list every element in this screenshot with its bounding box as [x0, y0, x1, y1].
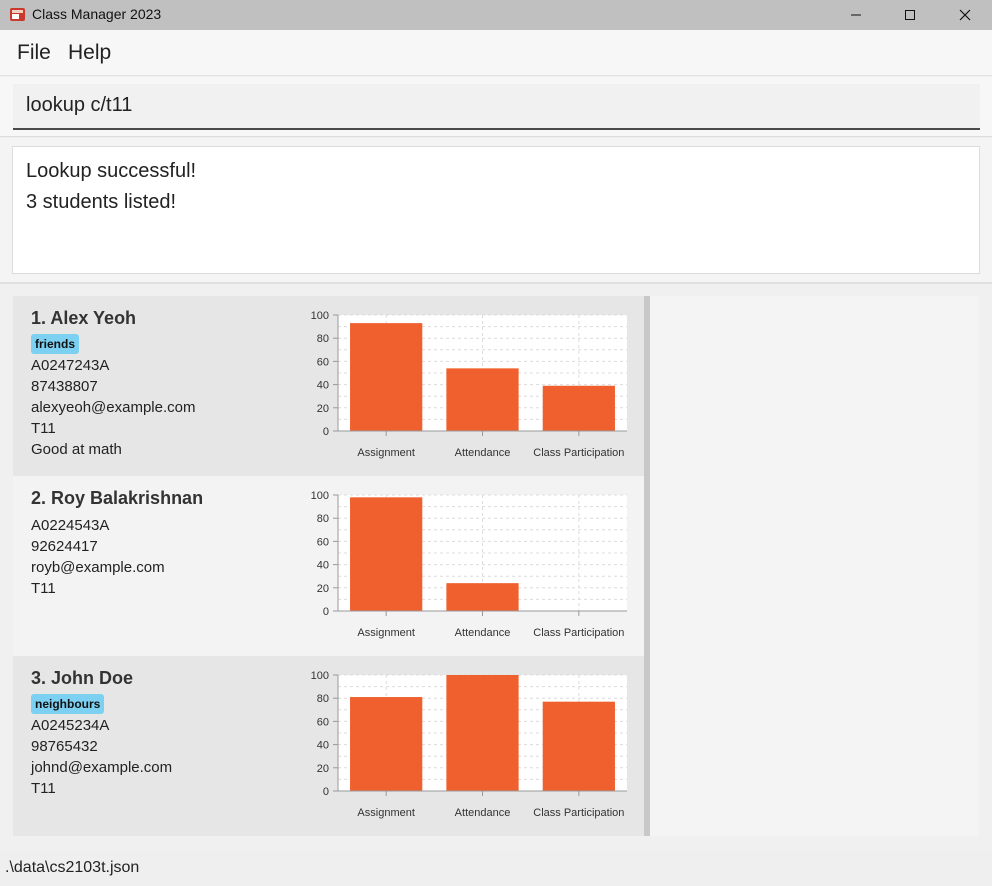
- y-tick-label: 100: [311, 490, 329, 502]
- student-tag: neighbours: [31, 694, 105, 714]
- save-file-path: .\data\cs2103t.json: [5, 859, 140, 876]
- menu-bar: File Help: [0, 30, 992, 76]
- chart-bar: [446, 675, 519, 791]
- result-display[interactable]: Lookup successful! 3 students listed!: [12, 146, 980, 274]
- app-logo-icon: [10, 8, 25, 21]
- student-phone: 87438807: [31, 378, 98, 395]
- result-area: Lookup successful! 3 students listed!: [0, 138, 992, 284]
- chart-bar: [542, 701, 615, 791]
- chart-bar: [350, 323, 423, 431]
- command-area: lookup c/t11: [0, 77, 992, 137]
- student-list-panel: 1. Alex Yeoh friends A0247243A 87438807 …: [13, 296, 979, 836]
- student-name: 1. Alex Yeoh: [31, 308, 137, 328]
- x-tick-label: Assignment: [357, 807, 414, 819]
- command-input[interactable]: lookup c/t11: [13, 84, 980, 130]
- y-tick-label: 0: [323, 606, 329, 618]
- y-tick-label: 60: [317, 356, 329, 368]
- student-class: T11: [31, 420, 56, 437]
- student-phone: 98765432: [31, 738, 98, 755]
- student-grades-chart: Assignment Attendance Class Participation 0…: [311, 310, 627, 459]
- menu-file[interactable]: File: [17, 41, 51, 65]
- student-class: T11: [31, 580, 56, 597]
- y-tick-label: 80: [317, 513, 329, 525]
- student-id: A0247243A: [31, 357, 110, 374]
- student-card[interactable]: 1. Alex Yeoh friends A0247243A 87438807 …: [13, 296, 644, 476]
- student-tag: friends: [31, 334, 80, 354]
- title-bar: Class Manager 2023: [0, 0, 992, 30]
- close-icon[interactable]: [942, 0, 988, 30]
- y-tick-label: 0: [323, 426, 329, 438]
- x-tick-label: Class Participation: [533, 447, 624, 459]
- y-tick-label: 80: [317, 693, 329, 705]
- y-tick-label: 20: [317, 403, 329, 415]
- menu-help[interactable]: Help: [68, 41, 111, 65]
- x-tick-label: Class Participation: [533, 627, 624, 639]
- x-tick-label: Class Participation: [533, 807, 624, 819]
- maximize-icon[interactable]: [887, 0, 933, 30]
- y-tick-label: 100: [311, 310, 329, 322]
- chart-bar: [350, 497, 423, 611]
- student-grades-chart: Assignment Attendance Class Participation 0…: [311, 490, 627, 639]
- x-tick-label: Assignment: [357, 627, 414, 639]
- student-id: A0224543A: [31, 517, 110, 534]
- student-comment: Good at math: [31, 441, 122, 458]
- y-tick-label: 40: [317, 560, 329, 572]
- minimize-icon[interactable]: [833, 0, 879, 30]
- student-grades-chart: Assignment Attendance Class Participation 0…: [311, 670, 627, 819]
- x-tick-label: Attendance: [455, 807, 511, 819]
- y-tick-label: 100: [311, 670, 329, 682]
- y-tick-label: 0: [323, 786, 329, 798]
- result-line: 3 students listed!: [26, 191, 177, 213]
- chart-bar: [446, 583, 519, 611]
- x-tick-label: Assignment: [357, 447, 414, 459]
- chart-bar: [350, 697, 423, 791]
- y-tick-label: 20: [317, 763, 329, 775]
- list-scrollbar[interactable]: [644, 296, 650, 836]
- window-title: Class Manager 2023: [32, 6, 162, 22]
- student-class: T11: [31, 780, 56, 797]
- student-card[interactable]: 3. John Doe neighbours A0245234A 9876543…: [13, 656, 644, 836]
- y-tick-label: 60: [317, 536, 329, 548]
- student-card[interactable]: 2. Roy Balakrishnan A0224543A 92624417 r…: [13, 476, 644, 656]
- student-email: johnd@example.com: [31, 759, 173, 776]
- student-email: alexyeoh@example.com: [31, 399, 196, 416]
- student-name: 3. John Doe: [31, 668, 134, 688]
- student-list: 1. Alex Yeoh friends A0247243A 87438807 …: [13, 296, 650, 836]
- student-name: 2. Roy Balakrishnan: [31, 488, 204, 508]
- student-email: royb@example.com: [31, 559, 165, 576]
- result-line: Lookup successful!: [26, 160, 197, 182]
- x-tick-label: Attendance: [455, 627, 511, 639]
- student-id: A0245234A: [31, 717, 110, 734]
- y-tick-label: 20: [317, 583, 329, 595]
- y-tick-label: 40: [317, 380, 329, 392]
- status-bar: .\data\cs2103t.json: [0, 850, 992, 886]
- y-tick-label: 60: [317, 716, 329, 728]
- chart-bar: [446, 368, 519, 431]
- x-tick-label: Attendance: [455, 447, 511, 459]
- y-tick-label: 80: [317, 333, 329, 345]
- student-phone: 92624417: [31, 538, 98, 555]
- chart-bar: [542, 385, 615, 431]
- y-tick-label: 40: [317, 740, 329, 752]
